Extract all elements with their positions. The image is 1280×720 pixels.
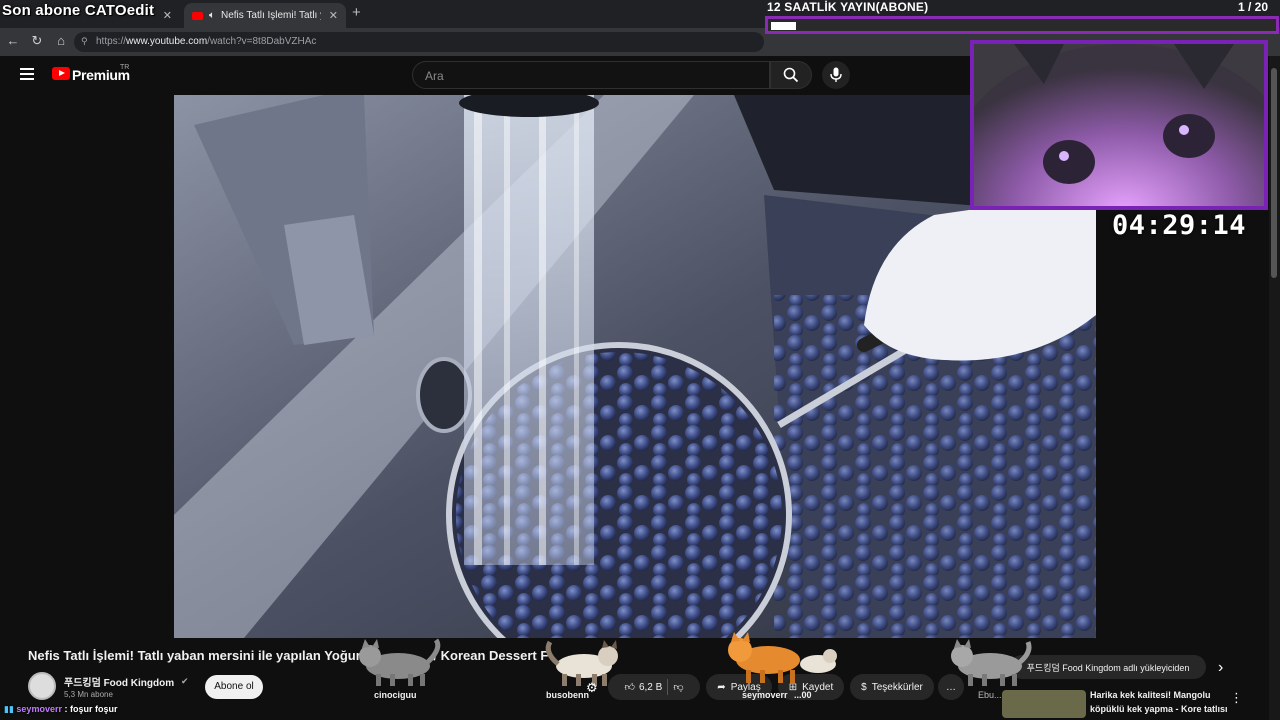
recommendation-channel: Ebu... (978, 690, 1002, 700)
uploader-chip-label: 푸드킹덤 Food Kingdom adlı yükleyiciden (1026, 662, 1190, 673)
like-count: 6,2 B (638, 681, 663, 693)
chat-username: seymoverr (16, 704, 62, 714)
page-scrollbar[interactable] (1269, 56, 1280, 720)
video-player[interactable] (174, 95, 1096, 638)
video-frame-blueberries (174, 95, 1096, 638)
subscriber-goal-fill (771, 22, 796, 30)
like-dislike-group: 👍︎ 6,2 B 👎︎ (608, 674, 700, 700)
voice-search-button[interactable] (822, 61, 850, 89)
page-left-margin (0, 56, 174, 720)
search-button[interactable] (770, 61, 812, 89)
scrollbar-thumb[interactable] (1271, 68, 1277, 278)
cat-sprite-2 (545, 640, 618, 686)
recommendation-title-2[interactable]: köpüklü kek yapma - Kore tatlısı (1090, 704, 1228, 714)
like-button[interactable]: 👍︎ 6,2 B (624, 681, 663, 694)
subscriber-count: 5,3 Mn abone (64, 690, 113, 699)
recommendation-title-1[interactable]: Harika kek kalitesi! Mangolu (1090, 690, 1211, 700)
url-host: www.youtube.com (126, 36, 208, 47)
youtube-header: Premium TR Ara (4, 56, 970, 94)
webcam-cat-overlay (970, 40, 1268, 210)
close-tab-icon[interactable]: ✕ (163, 9, 172, 22)
video-title-tail: / Korean Dessert F (433, 648, 549, 663)
microphone-icon (830, 67, 842, 82)
cat-name-2: busobenn (546, 690, 589, 700)
back-icon[interactable]: ← (6, 34, 20, 48)
settings-gear-icon[interactable]: ⚙ (586, 680, 598, 696)
stream-last-subscriber: Son abone CATOedit (2, 2, 155, 19)
subscriber-goal-count: 1 / 20 (1238, 0, 1269, 14)
channel-avatar[interactable] (28, 672, 56, 700)
thumbs-up-icon: 👍︎ (624, 682, 635, 693)
country-code: TR (120, 64, 130, 71)
speaker-icon[interactable]: 🔈︎ (209, 10, 215, 21)
url-path: /watch?v=8t8DabVZHAc (207, 36, 317, 47)
thanks-button[interactable]: $ Teşekkürler (850, 674, 934, 700)
hamburger-menu-icon[interactable] (20, 68, 34, 80)
tab-2-active[interactable]: 🔈︎ Nefis Tatlı İşlemi! Tatlı yaban m ✕ (184, 3, 346, 28)
cat-face-image (974, 44, 1264, 206)
close-tab-icon[interactable]: ✕ (329, 9, 338, 22)
cat-sprite-4 (951, 639, 1032, 686)
subscribe-button[interactable]: Abone ol (205, 675, 263, 699)
home-icon[interactable]: ⌂ (54, 34, 68, 48)
thumbs-down-icon: 👎︎ (673, 682, 684, 693)
cat-name-1: cinociguu (374, 690, 417, 700)
next-chip-icon[interactable]: › (1218, 659, 1223, 677)
recommendation-thumbnail[interactable] (1002, 690, 1086, 718)
super-thanks-icon: $ (861, 681, 867, 693)
stream-timer: 04:29:14 (1112, 210, 1247, 241)
subscriber-goal-progress-bar (765, 16, 1279, 34)
search-input[interactable]: Ara (412, 61, 770, 89)
thanks-label: Teşekkürler (871, 681, 923, 693)
chat-text: : foşur foşur (64, 704, 118, 714)
url-field[interactable]: ⚲ https://www.youtube.com/watch?v=8t8Dab… (74, 32, 764, 52)
cat-name-3: seymoverr (742, 690, 788, 700)
youtube-favicon-icon (192, 11, 203, 20)
cat-name-4: ...00 (794, 690, 812, 700)
reload-icon[interactable]: ↻ (30, 34, 44, 48)
new-tab-icon[interactable]: + (352, 4, 368, 22)
youtube-logo-icon[interactable] (52, 67, 70, 80)
cat-sprite-1 (359, 638, 441, 686)
chat-badge-icon: ▮▮ (4, 704, 14, 714)
verified-icon: ✔ (181, 676, 189, 686)
subscriber-goal-label: 12 SAATLİK YAYIN(ABONE) (767, 0, 929, 14)
channel-name[interactable]: 푸드킹덤 Food Kingdom (64, 674, 174, 689)
video-title: Nefis Tatlı İşlemi! Tatlı yaban mersini … (28, 648, 1028, 663)
recommendation-menu-icon[interactable]: ⋮ (1230, 690, 1243, 706)
cat-sprite-3 (728, 632, 837, 683)
search-icon (783, 67, 799, 83)
uploader-chip[interactable]: 푸드킹덤 Food Kingdom adlı yükleyiciden (1010, 655, 1206, 679)
video-title-text: Nefis Tatlı İşlemi! Tatlı yaban mersini … (28, 648, 379, 663)
chat-message: ▮▮ seymoverr : foşur foşur (4, 704, 117, 715)
url-scheme: https:// (96, 36, 127, 47)
tab-label: Nefis Tatlı İşlemi! Tatlı yaban m (221, 10, 321, 21)
site-info-icon[interactable]: ⚲ (81, 36, 88, 47)
dislike-button[interactable]: 👎︎ (673, 681, 683, 693)
